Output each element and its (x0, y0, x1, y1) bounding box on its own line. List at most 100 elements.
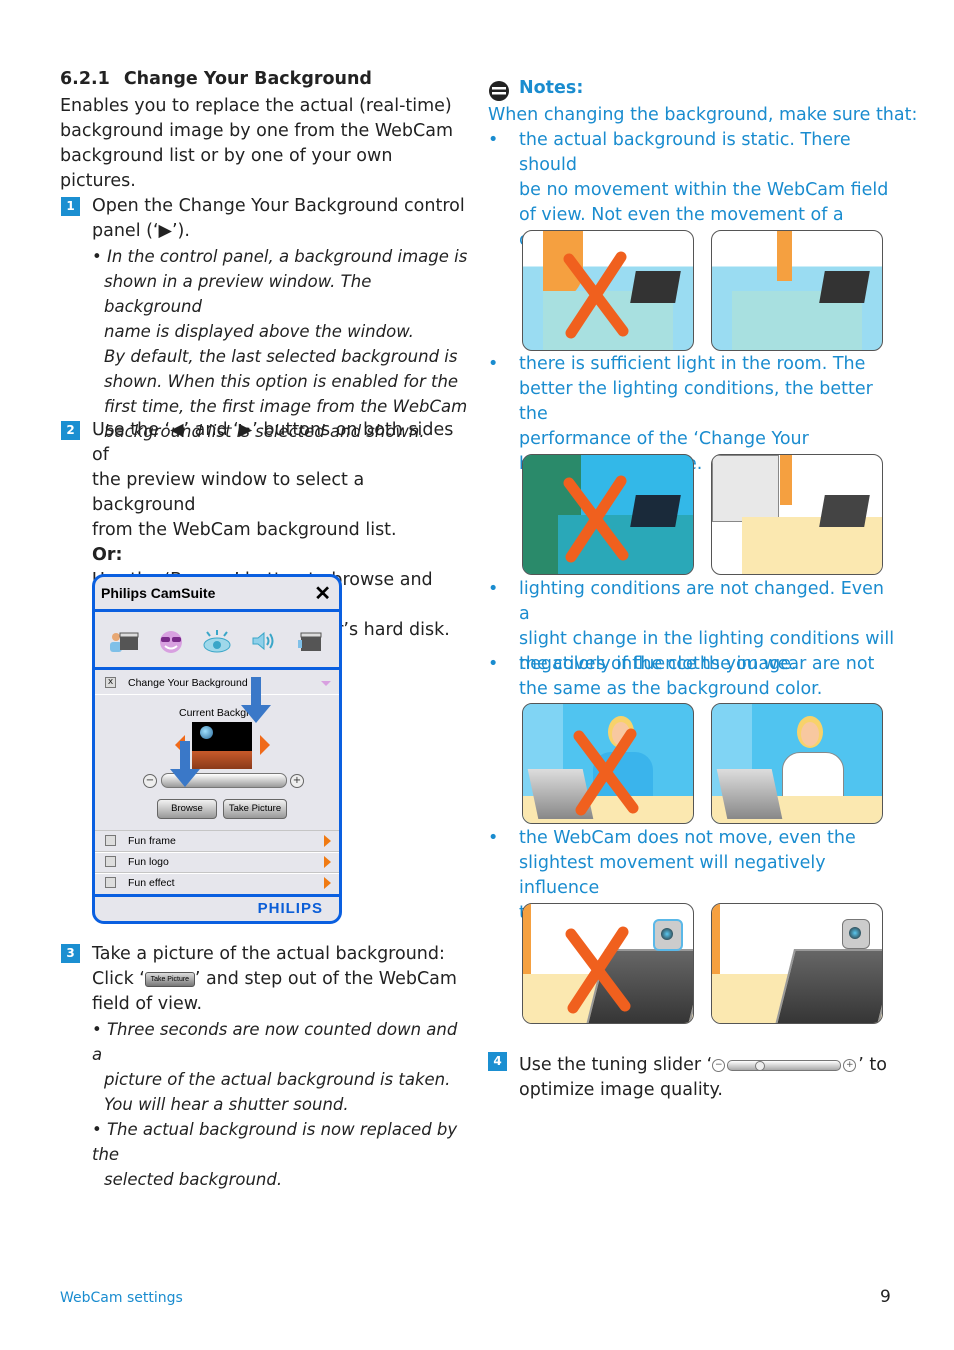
note-line: better the lighting conditions, the bett… (519, 379, 873, 424)
collapse-checkbox[interactable]: x (105, 677, 116, 688)
tuning-slider-inline: − + (712, 1058, 858, 1072)
illustration-moving-webcam-wrong (522, 903, 694, 1024)
notes-title: Notes: (519, 78, 584, 98)
mars-surface-image (192, 751, 252, 769)
panel-toolbar (95, 615, 339, 667)
laptop-image (819, 271, 870, 303)
note-line: be no movement within the WebCam field (519, 180, 889, 200)
note-line: • The actual background is now replaced … (92, 1120, 458, 1164)
note-line: the same as the background color. (519, 679, 823, 699)
eye-icon[interactable] (201, 627, 233, 655)
note-line: • In the control panel, a background ima… (92, 247, 468, 266)
intro-line: background image by one from the WebCam (60, 121, 454, 141)
browse-button[interactable]: Browse (157, 799, 217, 819)
next-background-button[interactable] (260, 735, 270, 755)
annotation-arrow-head (170, 769, 200, 787)
note-line: the colors of the cloths you wear are no… (519, 654, 875, 674)
annotation-arrow (180, 741, 190, 771)
divider (95, 667, 339, 670)
white-shirt-image (782, 752, 844, 799)
minus-icon: − (712, 1059, 726, 1072)
section-heading: 6.2.1 Change Your Background (60, 69, 372, 89)
earth-image (200, 726, 213, 739)
note-line: shown in a preview window. The backgroun… (104, 272, 372, 316)
bullet: • (488, 828, 499, 848)
laptop-image (630, 271, 681, 303)
webcam-image (842, 919, 870, 949)
philips-logo: PHILIPS (257, 900, 323, 917)
illustration-bright-room-correct (711, 454, 883, 575)
close-icon[interactable]: ✕ (314, 581, 331, 606)
footer-section-name: WebCam settings (60, 1290, 183, 1306)
note-line: You will hear a shutter sound. (104, 1095, 349, 1114)
minus-icon[interactable]: − (143, 774, 157, 788)
list-item-fun-effect[interactable]: Fun effect (95, 872, 339, 895)
note-line: lighting conditions are not changed. Eve… (519, 579, 884, 624)
list-item-label: Fun frame (128, 835, 176, 847)
note-line: • Three seconds are now counted down and… (92, 1020, 458, 1064)
take-picture-button[interactable]: Take Picture (223, 799, 287, 819)
checkbox[interactable] (105, 877, 116, 888)
laptop-image (774, 949, 882, 1023)
wrong-cross-icon (563, 475, 629, 563)
laptop-image (819, 495, 870, 527)
laptop-image (716, 769, 783, 819)
text: Click ‘ (92, 969, 145, 989)
note-item: the colors of the cloths you wear are no… (519, 652, 899, 702)
annotation-arrow-head (241, 705, 271, 723)
note-line: shown. When this option is enabled for t… (104, 372, 459, 391)
text: ’ and step out of the WebCam (194, 969, 457, 989)
list-item-label: Fun effect (128, 877, 175, 889)
wrong-cross-icon (573, 728, 639, 816)
bullet: • (488, 654, 499, 674)
chevron-down-icon[interactable] (321, 681, 331, 686)
step-4-text: Use the tuning slider ‘ − + ’ to optimiz… (519, 1053, 919, 1103)
step-line: Click ‘Take Picture’ and step out of the… (92, 967, 472, 992)
step-1-text: Open the Change Your Background control … (92, 194, 472, 244)
checkbox[interactable] (105, 856, 116, 867)
clapper-icon[interactable] (294, 627, 326, 655)
bullet: • (488, 130, 499, 150)
step-3-text: Take a picture of the actual background:… (92, 942, 472, 1017)
expand-arrow-icon[interactable] (324, 877, 331, 889)
step-number-badge: 1 (61, 197, 80, 216)
intro-line: Enables you to replace the actual (real-… (60, 96, 452, 116)
list-item-fun-logo[interactable]: Fun logo (95, 851, 339, 874)
divider (95, 609, 339, 612)
illustration-static-background-correct (711, 230, 883, 351)
note-line: of view. Not even the movement of a (519, 205, 844, 225)
expand-arrow-icon[interactable] (324, 835, 331, 847)
take-picture-inline-button: Take Picture (144, 971, 195, 987)
illustration-fixed-webcam-correct (711, 903, 883, 1024)
step-1-notes: • In the control panel, a background ima… (92, 244, 472, 444)
note-line: By default, the last selected background… (104, 347, 458, 366)
section-header[interactable]: x Change Your Background (95, 672, 339, 695)
step-number-badge: 3 (61, 944, 80, 963)
bullet: • (488, 579, 499, 599)
sunglasses-face-icon[interactable] (155, 627, 187, 655)
section-title: Change Your Background (123, 69, 372, 89)
list-item-fun-frame[interactable]: Fun frame (95, 830, 339, 853)
step-line: Use the ‘◀’ and ‘▶’ buttons on both side… (92, 420, 454, 465)
divider (95, 894, 339, 897)
note-line: there is sufficient light in the room. T… (519, 354, 866, 374)
wrong-cross-icon (563, 251, 629, 339)
step-line: optimize image quality. (519, 1080, 723, 1100)
background-clapper-icon[interactable] (108, 627, 140, 655)
note-line: name is displayed above the window. (104, 322, 414, 341)
plus-icon[interactable]: + (290, 774, 304, 788)
expand-arrow-icon[interactable] (324, 856, 331, 868)
checkbox[interactable] (105, 835, 116, 846)
wrong-cross-icon (565, 926, 631, 1014)
note-line: performance of the ‘Change Your (519, 429, 809, 449)
step-line: the preview window to select a backgroun… (92, 470, 365, 515)
annotation-arrow (251, 677, 261, 707)
section-intro: Enables you to replace the actual (real-… (60, 94, 470, 194)
curtain-image (780, 455, 792, 505)
curtain-image (777, 231, 792, 281)
section-title: Change Your Background (128, 677, 248, 689)
laptop-image (630, 495, 681, 527)
step-line: Use the tuning slider ‘ − + ’ to (519, 1053, 919, 1078)
notes-icon (488, 80, 510, 102)
speaker-icon[interactable] (247, 627, 279, 655)
